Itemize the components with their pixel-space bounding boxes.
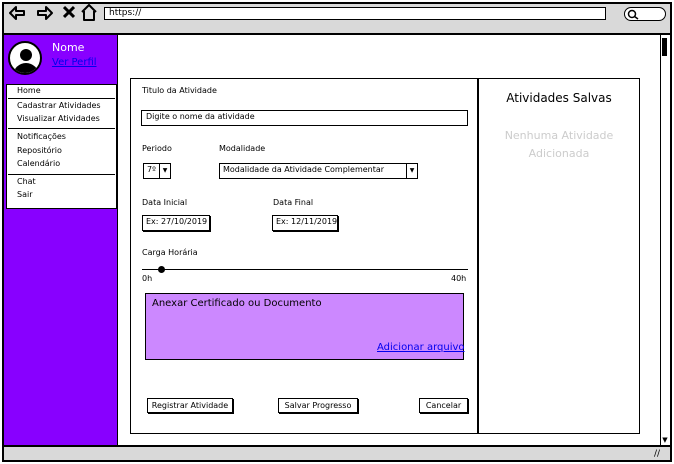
- back-arrow-icon[interactable]: [8, 5, 26, 24]
- end-date-input[interactable]: Ex: 12/11/2019: [272, 215, 338, 231]
- hours-label: Carga Horária: [142, 248, 198, 257]
- close-icon[interactable]: [62, 5, 76, 22]
- start-date-label: Data Inicial: [142, 198, 188, 207]
- sidebar-item-chat[interactable]: Chat: [17, 177, 36, 187]
- sidebar-item-home[interactable]: Home: [17, 86, 41, 96]
- status-bar: [4, 445, 670, 460]
- upload-title: Anexar Certificado ou Documento: [152, 298, 322, 309]
- sidebar-item-sair[interactable]: Sair: [17, 190, 33, 200]
- sidebar-item-cadastrar[interactable]: Cadastrar Atividades: [17, 101, 101, 111]
- period-value: 7º: [147, 165, 156, 174]
- saved-activities-title: Atividades Salvas: [506, 91, 612, 105]
- profile-link[interactable]: Ver Perfil: [52, 57, 97, 68]
- period-label: Periodo: [142, 144, 172, 153]
- browser-search[interactable]: [624, 7, 666, 21]
- hours-min-label: 0h: [142, 274, 153, 283]
- hours-max-label: 40h: [451, 274, 467, 283]
- activity-title-input[interactable]: Digite o nome da atividade: [141, 110, 468, 126]
- menu-divider: [8, 174, 115, 175]
- title-label: Titulo da Atividade: [142, 86, 217, 95]
- period-select[interactable]: 7º ▼: [143, 163, 171, 179]
- modality-select[interactable]: Modalidade da Atividade Complementar ▼: [219, 163, 418, 179]
- add-file-link[interactable]: Adicionar arquivo: [377, 342, 465, 353]
- save-progress-button[interactable]: Salvar Progresso: [278, 398, 358, 413]
- saved-empty-message: Nenhuma Atividade Adicionada: [478, 127, 640, 163]
- resize-grip-icon[interactable]: //: [654, 449, 660, 459]
- chevron-down-icon: ▼: [406, 164, 417, 178]
- profile-name: Nome: [52, 41, 85, 54]
- scroll-down-icon[interactable]: ▼: [660, 436, 670, 444]
- sidebar-item-visualizar[interactable]: Visualizar Atividades: [17, 114, 100, 124]
- avatar[interactable]: [8, 41, 42, 75]
- address-bar[interactable]: https://: [104, 7, 606, 20]
- start-date-input[interactable]: Ex: 27/10/2019: [142, 215, 210, 231]
- hours-slider-track[interactable]: [142, 269, 468, 270]
- menu-divider: [8, 98, 115, 99]
- modality-value: Modalidade da Atividade Complementar: [223, 165, 385, 174]
- cancel-button[interactable]: Cancelar: [419, 398, 468, 413]
- hours-slider-thumb[interactable]: [158, 266, 166, 273]
- scrollbar-thumb[interactable]: [662, 38, 667, 56]
- menu-divider: [8, 128, 115, 129]
- home-icon[interactable]: [80, 4, 98, 24]
- sidebar-menu: Home Cadastrar Atividades Visualizar Ati…: [6, 84, 117, 209]
- forward-arrow-icon[interactable]: [36, 5, 54, 24]
- end-date-label: Data Final: [273, 198, 314, 207]
- sidebar-item-notificacoes[interactable]: Notificações: [17, 132, 66, 142]
- empty-line-1: Nenhuma Atividade: [504, 129, 614, 142]
- register-activity-button[interactable]: Registrar Atividade: [147, 398, 233, 413]
- sidebar-item-calendario[interactable]: Calendário: [17, 159, 60, 169]
- vertical-scrollbar[interactable]: [660, 35, 670, 445]
- chevron-down-icon: ▼: [159, 164, 170, 178]
- search-icon: [627, 9, 639, 20]
- sidebar-item-repositorio[interactable]: Repositório: [17, 146, 62, 156]
- empty-line-2: Adicionada: [528, 147, 590, 160]
- modality-label: Modalidade: [219, 144, 266, 153]
